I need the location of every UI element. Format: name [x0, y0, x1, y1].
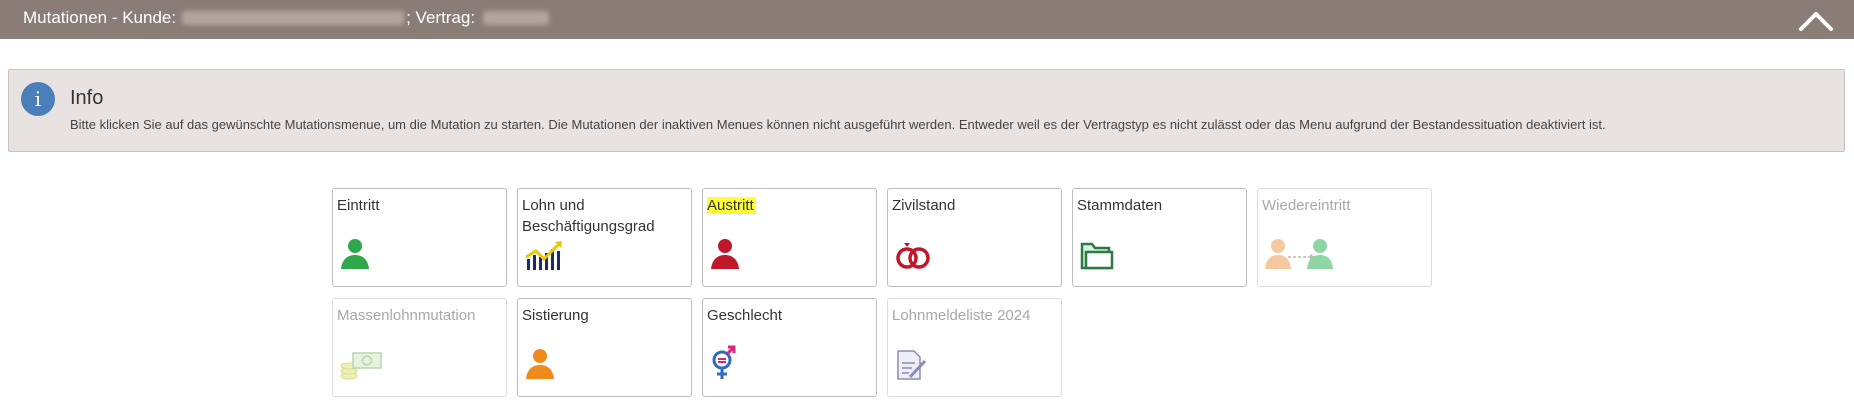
- tile-label: Geschlecht: [707, 307, 783, 324]
- tile-stammdaten[interactable]: Stammdaten: [1072, 188, 1247, 287]
- tile-label: Austritt: [707, 195, 756, 216]
- info-title: Info: [70, 87, 104, 109]
- tile-zivilstand[interactable]: Zivilstand: [887, 188, 1062, 287]
- info-box: i Info Bitte klicken Sie auf das gewünsc…: [8, 69, 1845, 152]
- tile-wiedereintritt: Wiedereintritt: [1257, 188, 1432, 287]
- tile-austritt[interactable]: Austritt: [702, 188, 877, 287]
- tile-label: Lohnmeldeliste 2024: [892, 307, 1031, 324]
- tile-eintritt[interactable]: Eintritt: [332, 188, 507, 287]
- header-title-prefix: Mutationen - Kunde:: [23, 8, 177, 27]
- person-orange-icon: [524, 347, 558, 386]
- tile-label: Wiedereintritt: [1262, 197, 1351, 214]
- tile-massenlohnmutation: Massenlohnmutation: [332, 298, 507, 397]
- person-red-icon: [709, 237, 743, 276]
- header-title-contract: ; Vertrag:: [406, 8, 476, 27]
- tile-label: Eintritt: [337, 197, 380, 214]
- tile-lohnmeldeliste: Lohnmeldeliste 2024: [887, 298, 1062, 397]
- info-text: Bitte klicken Sie auf das gewünschte Mut…: [70, 117, 1606, 132]
- info-icon: i: [21, 82, 55, 116]
- tile-label: Zivilstand: [892, 197, 956, 214]
- document-signature-icon: [894, 349, 928, 386]
- collapse-button[interactable]: [1796, 6, 1836, 34]
- money-stack-icon: [339, 349, 383, 386]
- person-green-icon: [339, 237, 373, 276]
- tile-label: Lohn und Beschäftigungsgrad: [522, 197, 655, 235]
- person-transfer-icon: [1264, 237, 1334, 276]
- tile-label: Sistierung: [522, 307, 589, 324]
- customer-name-redacted: [182, 11, 405, 25]
- tile-label: Massenlohnmutation: [337, 307, 476, 324]
- tile-sistierung[interactable]: Sistierung: [517, 298, 692, 397]
- folder-icon: [1079, 239, 1115, 276]
- contract-number-redacted: [483, 11, 550, 25]
- mutation-header: Mutationen - Kunde: ; Vertrag:: [0, 0, 1854, 39]
- tile-label: Stammdaten: [1077, 197, 1163, 214]
- tile-geschlecht[interactable]: Geschlecht: [702, 298, 877, 397]
- header-title: Mutationen - Kunde: ; Vertrag:: [23, 8, 551, 28]
- chart-growth-icon: [524, 239, 564, 276]
- wedding-rings-icon: [894, 237, 934, 276]
- tile-lohn-beschaeftigungsgrad[interactable]: Lohn und Beschäftigungsgrad: [517, 188, 692, 287]
- tile-label-highlighted: Austritt: [707, 197, 756, 214]
- chevron-up-icon: [1799, 12, 1833, 31]
- gender-icon: [709, 345, 739, 386]
